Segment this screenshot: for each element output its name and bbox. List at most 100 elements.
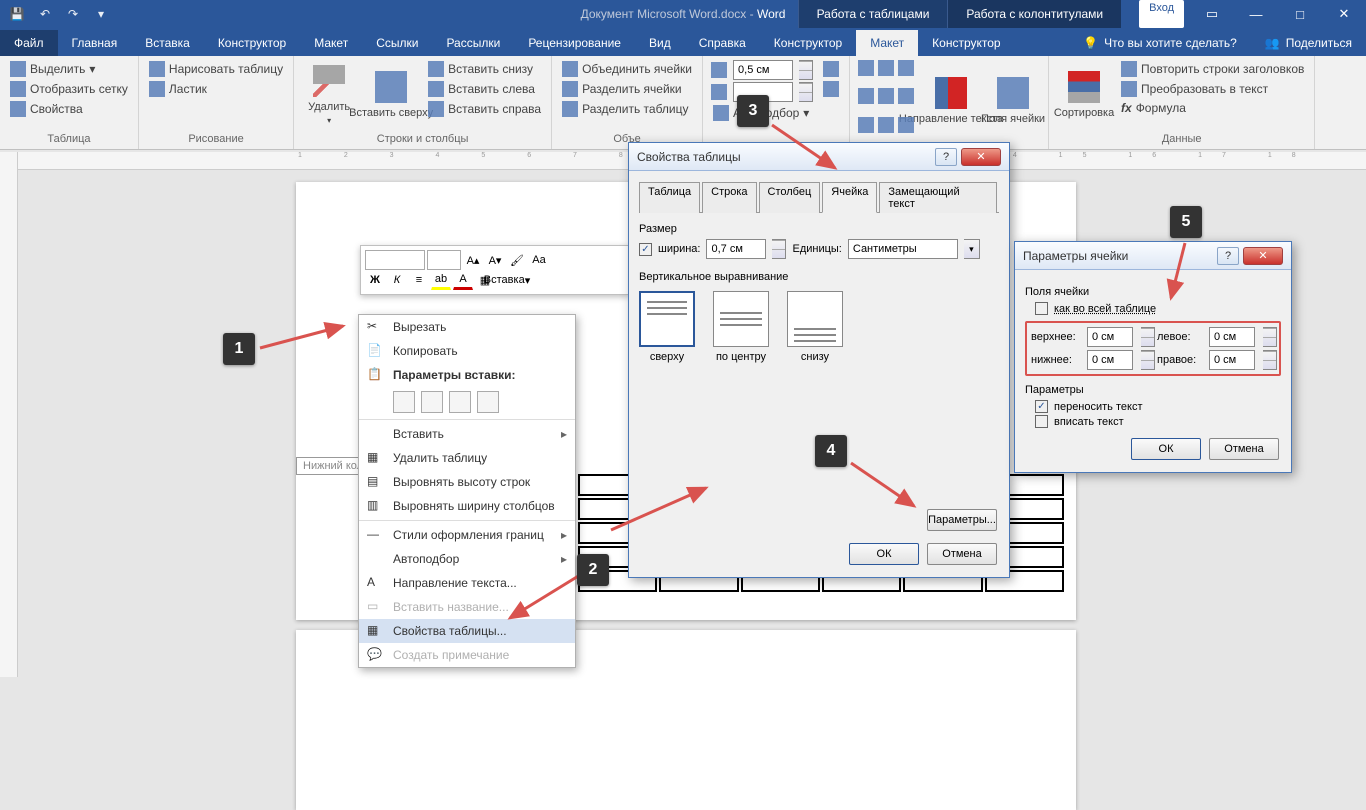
wrap-text-checkbox[interactable] [1035,400,1048,413]
bottom-margin-input[interactable]: 0 см [1087,350,1133,370]
tab-header-design[interactable]: Конструктор [918,30,1014,56]
ctx-distribute-cols[interactable]: ▥Выровнять ширину столбцов [359,494,575,518]
sort-button[interactable]: Сортировка [1057,60,1111,131]
align-bl-icon[interactable] [858,117,874,133]
ok-button[interactable]: ОК [849,543,919,565]
align-tc-icon[interactable] [878,60,894,76]
split-table-button[interactable]: Разделить таблицу [560,100,694,118]
tab-mailings[interactable]: Рассылки [432,30,514,56]
shrink-font-icon[interactable]: A▾ [485,250,505,270]
ok-button[interactable]: ОК [1131,438,1201,460]
merge-cells-button[interactable]: Объединить ячейки [560,60,694,78]
insert-below-button[interactable]: Вставить снизу [426,60,543,78]
redo-icon[interactable]: ↷ [64,5,82,23]
font-family-combo[interactable] [365,250,425,270]
align-tr-icon[interactable] [898,60,914,76]
tab-table-layout[interactable]: Макет [856,30,918,56]
dlg-tab-column[interactable]: Столбец [759,182,821,213]
paste-keep-formatting[interactable] [393,391,415,413]
repeat-header-button[interactable]: Повторить строки заголовков [1119,60,1306,78]
dialog-titlebar[interactable]: Свойства таблицы ? ✕ [629,143,1009,171]
dlg-tab-table[interactable]: Таблица [639,182,700,213]
font-color-icon[interactable]: A [453,270,473,290]
eraser-button[interactable]: Ластик [147,80,285,98]
paste-picture[interactable] [449,391,471,413]
options-button[interactable]: Параметры... [927,509,997,531]
tell-me-search[interactable]: 💡Что вы хотите сделать? [1069,30,1251,56]
dialog-close-button[interactable]: ✕ [1243,247,1283,265]
insert-above-button[interactable]: Вставить сверху [364,60,418,131]
dropdown-icon[interactable]: ▾ [964,239,980,259]
insert-menu[interactable]: Вставка ▾ [497,270,517,290]
dialog-titlebar[interactable]: Параметры ячейки ? ✕ [1015,242,1291,270]
cancel-button[interactable]: Отмена [1209,438,1279,460]
tab-home[interactable]: Главная [58,30,132,56]
width-checkbox[interactable] [639,243,652,256]
units-combo[interactable]: Сантиметры [848,239,958,259]
insert-left-button[interactable]: Вставить слева [426,80,543,98]
top-margin-input[interactable]: 0 см [1087,327,1133,347]
row-height-input[interactable]: 0,5 см [733,60,793,80]
select-button[interactable]: Выделить ▾ [8,60,130,78]
align-ml-icon[interactable] [858,88,874,104]
distribute-rows-button[interactable] [821,60,841,78]
ctx-cut[interactable]: ✂Вырезать [359,315,575,339]
width-input[interactable]: 0,7 см [706,239,766,259]
align-tl-icon[interactable] [858,60,874,76]
tab-help[interactable]: Справка [685,30,760,56]
dlg-tab-cell[interactable]: Ячейка [822,182,877,213]
align-mr-icon[interactable] [898,88,914,104]
spinner[interactable] [1141,327,1155,347]
valign-bottom[interactable]: снизу [787,291,843,363]
highlight-icon[interactable]: ab [431,270,451,290]
spinner[interactable] [1263,350,1277,370]
align-icon[interactable]: ≡ [409,270,429,290]
qat-more-icon[interactable]: ▾ [92,5,110,23]
dlg-tab-alt-text[interactable]: Замещающий текст [879,182,997,213]
same-as-table-checkbox[interactable] [1035,302,1048,315]
format-painter-icon[interactable]: 🖌 [507,250,527,270]
spinner[interactable] [1141,350,1155,370]
italic-icon[interactable]: К [387,270,407,290]
view-gridlines-button[interactable]: Отобразить сетку [8,80,130,98]
text-direction-button[interactable]: Направление текста [924,60,978,143]
undo-icon[interactable]: ↶ [36,5,54,23]
login-button[interactable]: Вход [1139,0,1184,28]
save-icon[interactable]: 💾 [8,5,26,23]
formula-button[interactable]: fx Формула [1119,100,1306,116]
valign-center[interactable]: по центру [713,291,769,363]
tab-references[interactable]: Ссылки [362,30,432,56]
align-bc-icon[interactable] [878,117,894,133]
insert-right-button[interactable]: Вставить справа [426,100,543,118]
maximize-icon[interactable]: □ [1278,0,1322,28]
ctx-delete-table[interactable]: ▦Удалить таблицу [359,446,575,470]
ribbon-display-icon[interactable]: ▭ [1190,0,1234,28]
width-spinner[interactable] [772,239,786,259]
split-cells-button[interactable]: Разделить ячейки [560,80,694,98]
spinner[interactable] [1263,327,1277,347]
tab-insert[interactable]: Вставка [131,30,204,56]
vertical-ruler[interactable] [0,152,18,677]
close-icon[interactable]: ✕ [1322,0,1366,28]
valign-top[interactable]: сверху [639,291,695,363]
distribute-cols-button[interactable] [821,80,841,98]
ctx-text-direction[interactable]: AНаправление текста... [359,571,575,595]
convert-text-button[interactable]: Преобразовать в текст [1119,80,1306,98]
help-button[interactable]: ? [1217,247,1239,265]
right-margin-input[interactable]: 0 см [1209,350,1255,370]
dlg-tab-row[interactable]: Строка [702,182,756,213]
ctx-insert[interactable]: Вставить▸ [359,422,575,446]
ctx-table-properties[interactable]: ▦Свойства таблицы... [359,619,575,643]
tab-layout[interactable]: Макет [300,30,362,56]
align-mc-icon[interactable] [878,88,894,104]
fit-text-checkbox[interactable] [1035,415,1048,428]
left-margin-input[interactable]: 0 см [1209,327,1255,347]
ctx-autofit[interactable]: Автоподбор▸ [359,547,575,571]
tab-file[interactable]: Файл [0,30,58,56]
paste-text-only[interactable] [477,391,499,413]
cancel-button[interactable]: Отмена [927,543,997,565]
help-button[interactable]: ? [935,148,957,166]
tab-table-design[interactable]: Конструктор [760,30,856,56]
share-button[interactable]: 👥Поделиться [1251,30,1366,56]
paste-merge[interactable] [421,391,443,413]
